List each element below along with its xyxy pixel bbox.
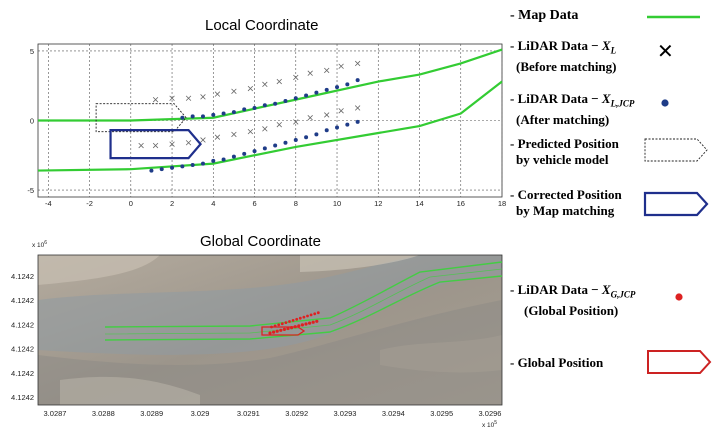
legend-cross-icon: ✕: [657, 41, 674, 63]
global-lidar-point: [315, 319, 319, 323]
global-lidar-point: [291, 319, 295, 322]
global-lidar-point: [295, 317, 299, 321]
global-x-tick-label: 3.0293: [334, 409, 357, 418]
global-x-tick-label: 3.0294: [382, 409, 405, 418]
legend-corrected: - Corrected Position by Map matching: [510, 187, 622, 218]
global-lidar-point: [302, 315, 306, 319]
global-lidar-point: [288, 320, 291, 323]
global-lidar-point: [279, 328, 283, 332]
global-lidar-point: [300, 323, 304, 327]
global-y-tick-label: 4.1242: [11, 393, 34, 402]
global-lidar-point: [316, 311, 320, 315]
global-lidar-point: [309, 313, 313, 317]
global-lidar-point: [306, 314, 309, 318]
satellite-image: [38, 255, 502, 405]
global-lidar-point: [277, 323, 281, 327]
global-x-tick-label: 3.0291: [237, 409, 260, 418]
legend-predicted: - Predicted Position by vehicle model: [510, 136, 619, 167]
global-y-tick-label: 4.1242: [11, 296, 34, 305]
legend-global-lidar: - LiDAR Data − XG,JCP (Global Position): [510, 282, 636, 318]
global-y-tick-label: 4.1242: [11, 345, 34, 354]
global-y-tick-label: 4.1242: [11, 369, 34, 378]
global-lidar-point: [304, 322, 308, 326]
global-lidar-point: [268, 331, 272, 335]
legend-lidar-after: - LiDAR Data − XL,JCP (After matching): [510, 91, 635, 127]
legend-global-position: - Global Position: [510, 355, 604, 370]
global-lidar-point: [313, 312, 317, 316]
global-lidar-point: [298, 316, 302, 320]
global-x-tick-label: 3.0295: [430, 409, 453, 418]
global-lidar-point: [280, 322, 284, 326]
global-x-tick-label: 3.0288: [92, 409, 115, 418]
legend-map-data: - Map Data: [510, 8, 579, 23]
global-lidar-point: [275, 329, 279, 333]
global-lidar-point: [282, 327, 286, 331]
global-x-tick-label: 3.0292: [285, 409, 308, 418]
global-y-tick-label: 4.1242: [11, 320, 34, 329]
global-y-tick-label: 4.1242: [11, 272, 34, 281]
global-lidar-point: [311, 320, 315, 324]
global-lidar-point: [308, 321, 312, 325]
global-lidar-point: [272, 330, 276, 334]
global-x-tick-label: 3.029: [191, 409, 210, 418]
global-x-tick-label: 3.0287: [44, 409, 67, 418]
legend-lidar-before: - LiDAR Data − XL (Before matching): [510, 38, 617, 74]
global-lidar-point: [284, 321, 288, 324]
global-x-tick-label: 3.0289: [140, 409, 163, 418]
global-x-tick-label: 3.0296: [479, 409, 502, 418]
